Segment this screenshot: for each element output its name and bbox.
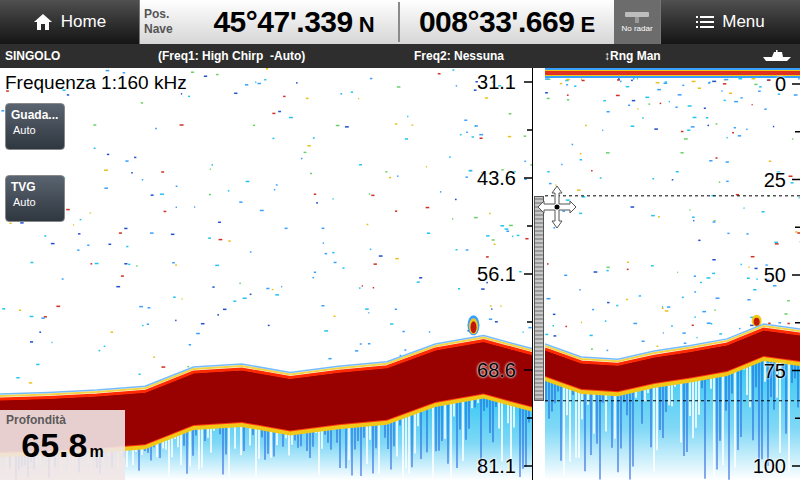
position-box: Pos.Nave45°47'.339N008°33'.669E (140, 0, 614, 44)
zoom-strip[interactable] (533, 68, 545, 480)
depth-unit: m (89, 440, 103, 464)
radar-status[interactable]: No radar (614, 0, 660, 44)
depth-scale-label: 68.6 (477, 360, 516, 380)
radar-label: No radar (621, 24, 652, 34)
depth-value: 65.8 (21, 428, 87, 462)
depth-scale-label: 25 (764, 170, 786, 190)
freq2-label: Freq2: Nessuna (414, 47, 604, 65)
water-noise (1, 68, 532, 384)
sonar-area: Frequenza 1:160 kHzGuada...AutoTVGAuto31… (0, 68, 800, 480)
depth-scale-label: 56.1 (477, 264, 516, 284)
zoom-window-bar[interactable] (534, 196, 544, 401)
zoom-sonar-image (545, 68, 800, 480)
sonar-pane[interactable]: Frequenza 1:160 kHzGuada...AutoTVGAuto31… (0, 68, 532, 480)
depth-readout-label: Profondità (6, 413, 119, 428)
scale-ticks (792, 84, 800, 466)
zoom-pane[interactable]: 0 25 50 75 100 (545, 68, 800, 480)
bottom-echo (545, 324, 800, 480)
sonar-control-button[interactable]: TVGAuto (5, 175, 65, 222)
freq1-label: (Freq1: High Chirp -Auto) (158, 47, 414, 65)
cursor-move-icon[interactable] (537, 185, 577, 229)
sonar-control-button[interactable]: Guada...Auto (5, 103, 65, 150)
depth-scale-label: 50 (764, 265, 786, 285)
position-label: Pos.Nave (140, 7, 190, 37)
range-label[interactable]: ↕Rng Man (604, 47, 762, 65)
position-separator (398, 2, 400, 42)
zoom-window-bottom (545, 400, 800, 401)
water-noise (545, 78, 800, 351)
surface-clutter (545, 68, 800, 78)
sonar-controls: Guada...AutoTVGAuto (5, 103, 65, 222)
latitude: 45°47'.339N (190, 7, 398, 37)
menu-label: Menu (722, 9, 765, 35)
home-button[interactable]: Home (0, 0, 140, 44)
fishfinder-screen: Home Pos.Nave45°47'.339N008°33'.669E No ra… (0, 0, 800, 480)
boat-icon (762, 50, 792, 62)
bottom-echo (0, 336, 532, 480)
control-value: Auto (11, 123, 36, 138)
zoom-window-top (545, 195, 800, 196)
fish-target (467, 315, 479, 335)
scale-ticks (524, 82, 532, 466)
depth-scale-label: 81.1 (477, 456, 516, 476)
frequency-label: Frequenza 1:160 kHz (5, 71, 187, 95)
depth-scale-label: 0 (775, 74, 786, 94)
depth-scale-label: 100 (753, 456, 786, 476)
control-value: Auto (11, 195, 36, 210)
menu-icon (696, 15, 714, 29)
mode-label: SINGOLO (0, 47, 158, 65)
control-label: TVG (11, 180, 36, 195)
menu-button[interactable]: Menu (660, 0, 800, 44)
top-bar: Home Pos.Nave45°47'.339N008°33'.669E No ra… (0, 0, 800, 44)
depth-scale-label: 75 (764, 361, 786, 381)
control-label: Guada... (11, 108, 58, 123)
radar-icon (624, 10, 650, 24)
depth-scale-label: 31.1 (477, 72, 516, 92)
longitude: 008°33'.669E (400, 7, 614, 37)
depth-readout: Profondità65.8m (0, 410, 125, 480)
depth-scale-label: 43.6 (477, 168, 516, 188)
house-icon (33, 13, 53, 31)
home-label: Home (61, 9, 106, 35)
status-bar: SINGOLO(Freq1: High Chirp -Auto)Freq2: N… (0, 44, 800, 68)
